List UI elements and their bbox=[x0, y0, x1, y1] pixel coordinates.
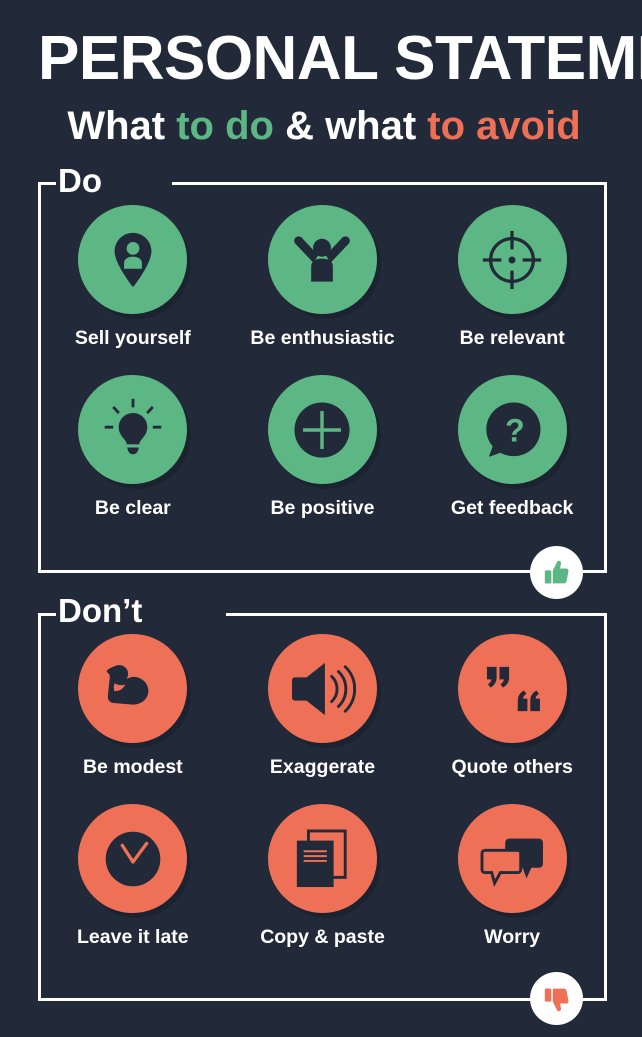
icon-badge: ? bbox=[457, 375, 567, 484]
dont-item-be-modest[interactable]: Be modest bbox=[38, 634, 228, 804]
svg-text:?: ? bbox=[505, 412, 525, 448]
do-item-be-enthusiastic[interactable]: Be enthusiastic bbox=[228, 205, 418, 375]
dont-item-quote-others[interactable]: Quote others bbox=[417, 634, 607, 804]
item-label: Exaggerate bbox=[269, 756, 376, 778]
icon-badge bbox=[78, 804, 188, 913]
clock-icon bbox=[105, 831, 161, 886]
thumbs-up-badge bbox=[530, 546, 583, 599]
thumbs-down-badge bbox=[530, 972, 583, 1025]
page-subtitle: What to do & what to avoid bbox=[38, 104, 610, 148]
do-section-heading: Do bbox=[58, 162, 102, 199]
item-label: Leave it late bbox=[77, 926, 189, 948]
subtitle-part-what: What bbox=[67, 104, 177, 148]
item-label: Be enthusiastic bbox=[250, 327, 395, 349]
icon-badge bbox=[78, 205, 188, 314]
icon-badge bbox=[457, 804, 567, 913]
person-arms-raised-icon bbox=[294, 235, 351, 282]
dont-section-heading: Don’t bbox=[58, 592, 143, 629]
question-speech-bubble-icon: ? bbox=[486, 401, 541, 457]
item-label: Be relevant bbox=[459, 327, 565, 349]
icon-badge bbox=[457, 634, 567, 743]
infographic-poster: PERSONAL STATEMENT What to do & what to … bbox=[0, 0, 642, 1037]
do-item-be-positive[interactable]: Be positive bbox=[228, 375, 418, 545]
page-title: PERSONAL STATEMENT bbox=[38, 24, 642, 93]
plus-circle-icon bbox=[294, 401, 351, 458]
dont-item-copy-paste[interactable]: Copy & paste bbox=[228, 804, 418, 974]
subtitle-part-toavoid: to avoid bbox=[427, 104, 581, 148]
item-label: Be modest bbox=[82, 756, 183, 778]
icon-badge bbox=[267, 634, 377, 743]
dont-item-exaggerate[interactable]: Exaggerate bbox=[228, 634, 418, 804]
dont-item-leave-it-late[interactable]: Leave it late bbox=[38, 804, 228, 974]
icon-badge bbox=[78, 634, 188, 743]
crosshair-target-icon bbox=[483, 230, 542, 289]
item-label: Worry bbox=[484, 926, 541, 948]
location-pin-person-icon bbox=[114, 232, 152, 287]
lightbulb-icon bbox=[104, 398, 162, 454]
item-label: Be positive bbox=[270, 497, 375, 519]
thumbs-down-icon bbox=[544, 988, 568, 1011]
do-item-be-clear[interactable]: Be clear bbox=[38, 375, 228, 545]
do-item-be-relevant[interactable]: Be relevant bbox=[417, 205, 607, 375]
subtitle-part-andwhat: & what bbox=[273, 104, 428, 148]
item-label: Quote others bbox=[451, 756, 573, 778]
icon-badge bbox=[267, 205, 377, 314]
icon-badge bbox=[267, 804, 377, 913]
dont-item-worry[interactable]: Worry bbox=[417, 804, 607, 974]
item-label: Copy & paste bbox=[260, 926, 385, 948]
item-label: Get feedback bbox=[450, 497, 574, 519]
do-items-grid: Sell yourself Be enthusiastic Be relevan… bbox=[38, 205, 607, 545]
quotation-marks-icon bbox=[487, 666, 541, 711]
speech-bubbles-icon bbox=[480, 838, 544, 887]
subtitle-part-todo: to do bbox=[176, 104, 274, 148]
dont-items-grid: Be modest Exaggerate Quote others Leave … bbox=[38, 634, 607, 974]
icon-badge bbox=[457, 205, 567, 314]
item-label: Sell yourself bbox=[74, 327, 191, 349]
loudspeaker-icon bbox=[292, 662, 357, 715]
icon-badge bbox=[78, 375, 188, 484]
item-label: Be clear bbox=[94, 497, 171, 519]
thumbs-up-icon bbox=[544, 560, 568, 583]
do-item-get-feedback[interactable]: ? Get feedback bbox=[417, 375, 607, 545]
documents-copy-icon bbox=[297, 829, 348, 887]
flexed-bicep-icon bbox=[106, 664, 149, 705]
icon-badge bbox=[267, 375, 377, 484]
do-item-sell-yourself[interactable]: Sell yourself bbox=[38, 205, 228, 375]
